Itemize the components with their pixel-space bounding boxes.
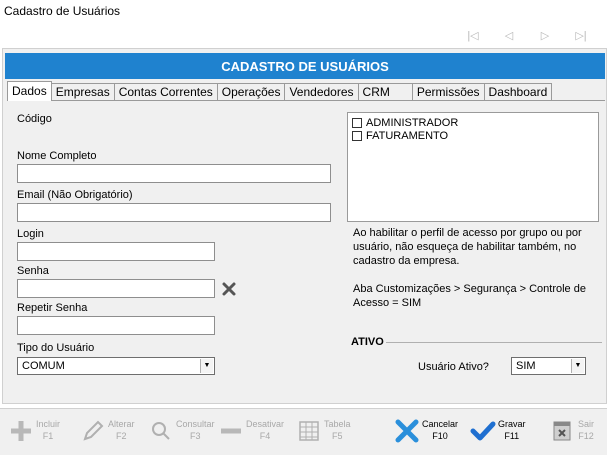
page-title: CADASTRO DE USUÁRIOS <box>5 53 605 79</box>
cancelar-key: F10 <box>432 431 448 441</box>
tab-dados[interactable]: Dados <box>7 81 52 101</box>
first-record-icon: |◁ <box>467 29 479 42</box>
profile-checklist: ADMINISTRADOR FATURAMENTO <box>347 112 599 222</box>
consultar-label: Consultar <box>176 419 215 429</box>
ativo-section-title: ATIVO <box>351 336 384 348</box>
cancelar-label: Cancelar <box>422 419 459 429</box>
cancel-icon <box>394 418 420 444</box>
last-record-button[interactable]: ▷| <box>563 26 599 44</box>
cancelar-button[interactable]: Cancelar F10 <box>394 418 458 444</box>
access-info-line2: Aba Customizações > Segurança > Controle… <box>353 283 586 309</box>
usuario-ativo-value: SIM <box>516 360 536 372</box>
sair-label: Sair <box>578 419 595 429</box>
pencil-icon <box>80 418 106 444</box>
tab-bar: Dados Empresas Contas Correntes Operaçõe… <box>7 81 553 101</box>
next-record-icon: ▷ <box>540 29 550 42</box>
tipo-usuario-select[interactable]: COMUM ▼ <box>17 357 215 375</box>
usuario-ativo-select[interactable]: SIM ▼ <box>511 357 586 375</box>
profile-checkbox[interactable] <box>352 117 362 128</box>
clear-password-button[interactable] <box>221 281 237 297</box>
codigo-label: Código <box>17 113 52 125</box>
profile-label: FATURAMENTO <box>366 129 449 142</box>
gravar-button[interactable]: Gravar F11 <box>470 418 526 444</box>
window-title: Cadastro de Usuários <box>4 4 121 18</box>
usuario-ativo-label: Usuário Ativo? <box>418 361 489 373</box>
sair-key: F12 <box>578 431 594 441</box>
tab-operacoes[interactable]: Operações <box>216 83 286 101</box>
tabela-label: Tabela <box>324 419 351 429</box>
chevron-down-icon: ▼ <box>200 359 213 373</box>
nome-label: Nome Completo <box>17 150 97 162</box>
email-label: Email (Não Obrigatório) <box>17 189 133 201</box>
desativar-label: Desativar <box>246 419 285 429</box>
first-record-button[interactable]: |◁ <box>455 26 491 44</box>
chevron-down-icon: ▼ <box>571 359 584 373</box>
next-record-button[interactable]: ▷ <box>527 26 563 44</box>
action-toolbar: Incluir F1 Alterar F2 Consultar F3 Desativa… <box>0 408 607 455</box>
desativar-button[interactable]: Desativar F4 <box>218 418 284 444</box>
login-label: Login <box>17 228 44 240</box>
checkmark-icon <box>470 418 496 444</box>
tabela-button[interactable]: Tabela F5 <box>296 418 351 444</box>
plus-icon <box>8 418 34 444</box>
incluir-key: F1 <box>42 431 54 441</box>
alterar-label: Alterar <box>108 419 135 429</box>
prev-record-icon: ◁ <box>504 29 514 42</box>
tipo-usuario-label: Tipo do Usuário <box>17 342 95 354</box>
consultar-key: F3 <box>190 431 201 441</box>
desativar-key: F4 <box>259 431 271 441</box>
tipo-usuario-value: COMUM <box>22 360 65 372</box>
login-field[interactable] <box>17 242 215 261</box>
search-icon <box>148 418 174 444</box>
senha-label: Senha <box>17 265 49 277</box>
email-field[interactable] <box>17 203 331 222</box>
access-info-line1: Ao habilitar o perfil de acesso por grup… <box>353 227 582 267</box>
table-icon <box>296 418 322 444</box>
tab-permissoes[interactable]: Permissões <box>411 83 485 101</box>
tab-contas-correntes[interactable]: Contas Correntes <box>113 83 218 101</box>
repetir-senha-field[interactable] <box>17 316 215 335</box>
alterar-button[interactable]: Alterar F2 <box>80 418 135 444</box>
record-navigation: |◁ ◁ ▷ ▷| <box>455 26 599 44</box>
sair-button[interactable]: Sair F12 <box>550 418 594 444</box>
gravar-key: F11 <box>504 431 520 441</box>
last-record-icon: ▷| <box>575 29 587 42</box>
tabela-key: F5 <box>332 431 343 441</box>
close-icon <box>222 282 236 296</box>
profile-item[interactable]: ADMINISTRADOR <box>352 116 594 129</box>
tab-empresas[interactable]: Empresas <box>50 83 115 101</box>
incluir-button[interactable]: Incluir F1 <box>8 418 60 444</box>
profile-item[interactable]: FATURAMENTO <box>352 129 594 142</box>
minus-icon <box>218 418 244 444</box>
repetir-senha-label: Repetir Senha <box>17 302 88 314</box>
prev-record-button[interactable]: ◁ <box>491 26 527 44</box>
tab-dashboard[interactable]: Dashboard <box>483 83 553 101</box>
tab-crm[interactable]: CRM <box>357 83 413 101</box>
gravar-label: Gravar <box>498 419 526 429</box>
incluir-label: Incluir <box>36 419 61 429</box>
alterar-key: F2 <box>116 431 127 441</box>
exit-icon <box>550 418 576 444</box>
access-info-text: Ao habilitar o perfil de acesso por grup… <box>353 226 601 310</box>
profile-label: ADMINISTRADOR <box>366 116 459 129</box>
profile-checkbox[interactable] <box>352 130 362 141</box>
consultar-button[interactable]: Consultar F3 <box>148 418 215 444</box>
senha-field[interactable] <box>17 279 215 298</box>
nome-field[interactable] <box>17 164 331 183</box>
tab-vendedores[interactable]: Vendedores <box>284 83 359 101</box>
ativo-divider <box>386 342 602 343</box>
